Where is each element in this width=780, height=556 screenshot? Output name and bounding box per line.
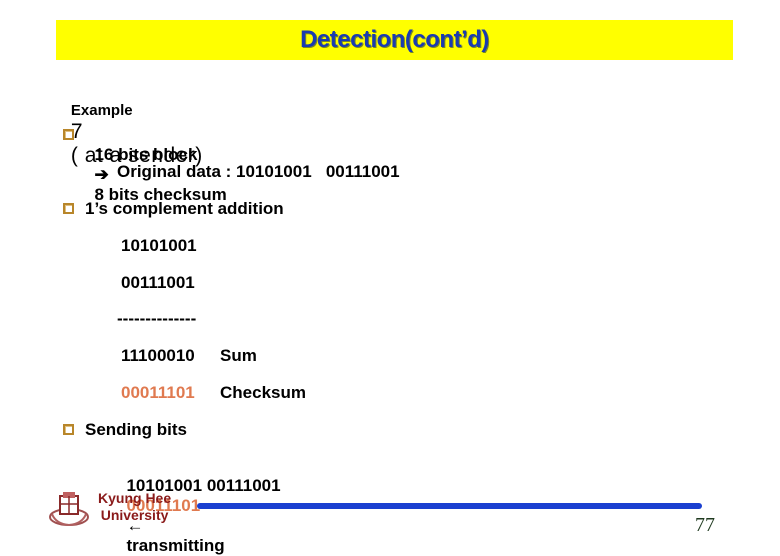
bullet-box-icon <box>63 424 74 435</box>
sum-label: Sum <box>220 346 257 365</box>
original-data: Original data : 10101001 00111001 <box>117 162 400 181</box>
page-number: 77 <box>695 514 715 536</box>
sum-value: 11100010 <box>121 346 195 365</box>
bullet-sending-bits: Sending bits <box>85 420 187 439</box>
university-line-2: University <box>100 507 169 523</box>
slide-title: Detection(cont’d) <box>300 26 489 53</box>
bullet-box-icon <box>63 129 74 140</box>
university-logo-icon <box>49 492 89 527</box>
separator-line: -------------- <box>117 309 197 328</box>
checksum-value: 00011101 <box>121 383 195 402</box>
university-line-1: Kyung Hee <box>98 490 172 506</box>
right-arrow-icon: ➔ <box>94 165 109 184</box>
example-label: Example <box>70 102 133 119</box>
footer-divider <box>197 503 702 509</box>
bullet-ones-complement: 1’s complement addition <box>85 199 284 218</box>
title-bar: Detection(cont’d) <box>56 20 733 60</box>
operand-2: 00111001 <box>121 273 195 292</box>
university-name: Kyung Hee University <box>98 490 171 524</box>
operand-1: 10101001 <box>121 236 197 255</box>
checksum-label: Checksum <box>220 383 306 402</box>
bullet-box-icon <box>63 203 74 214</box>
transmitting-label: transmitting <box>126 536 225 555</box>
